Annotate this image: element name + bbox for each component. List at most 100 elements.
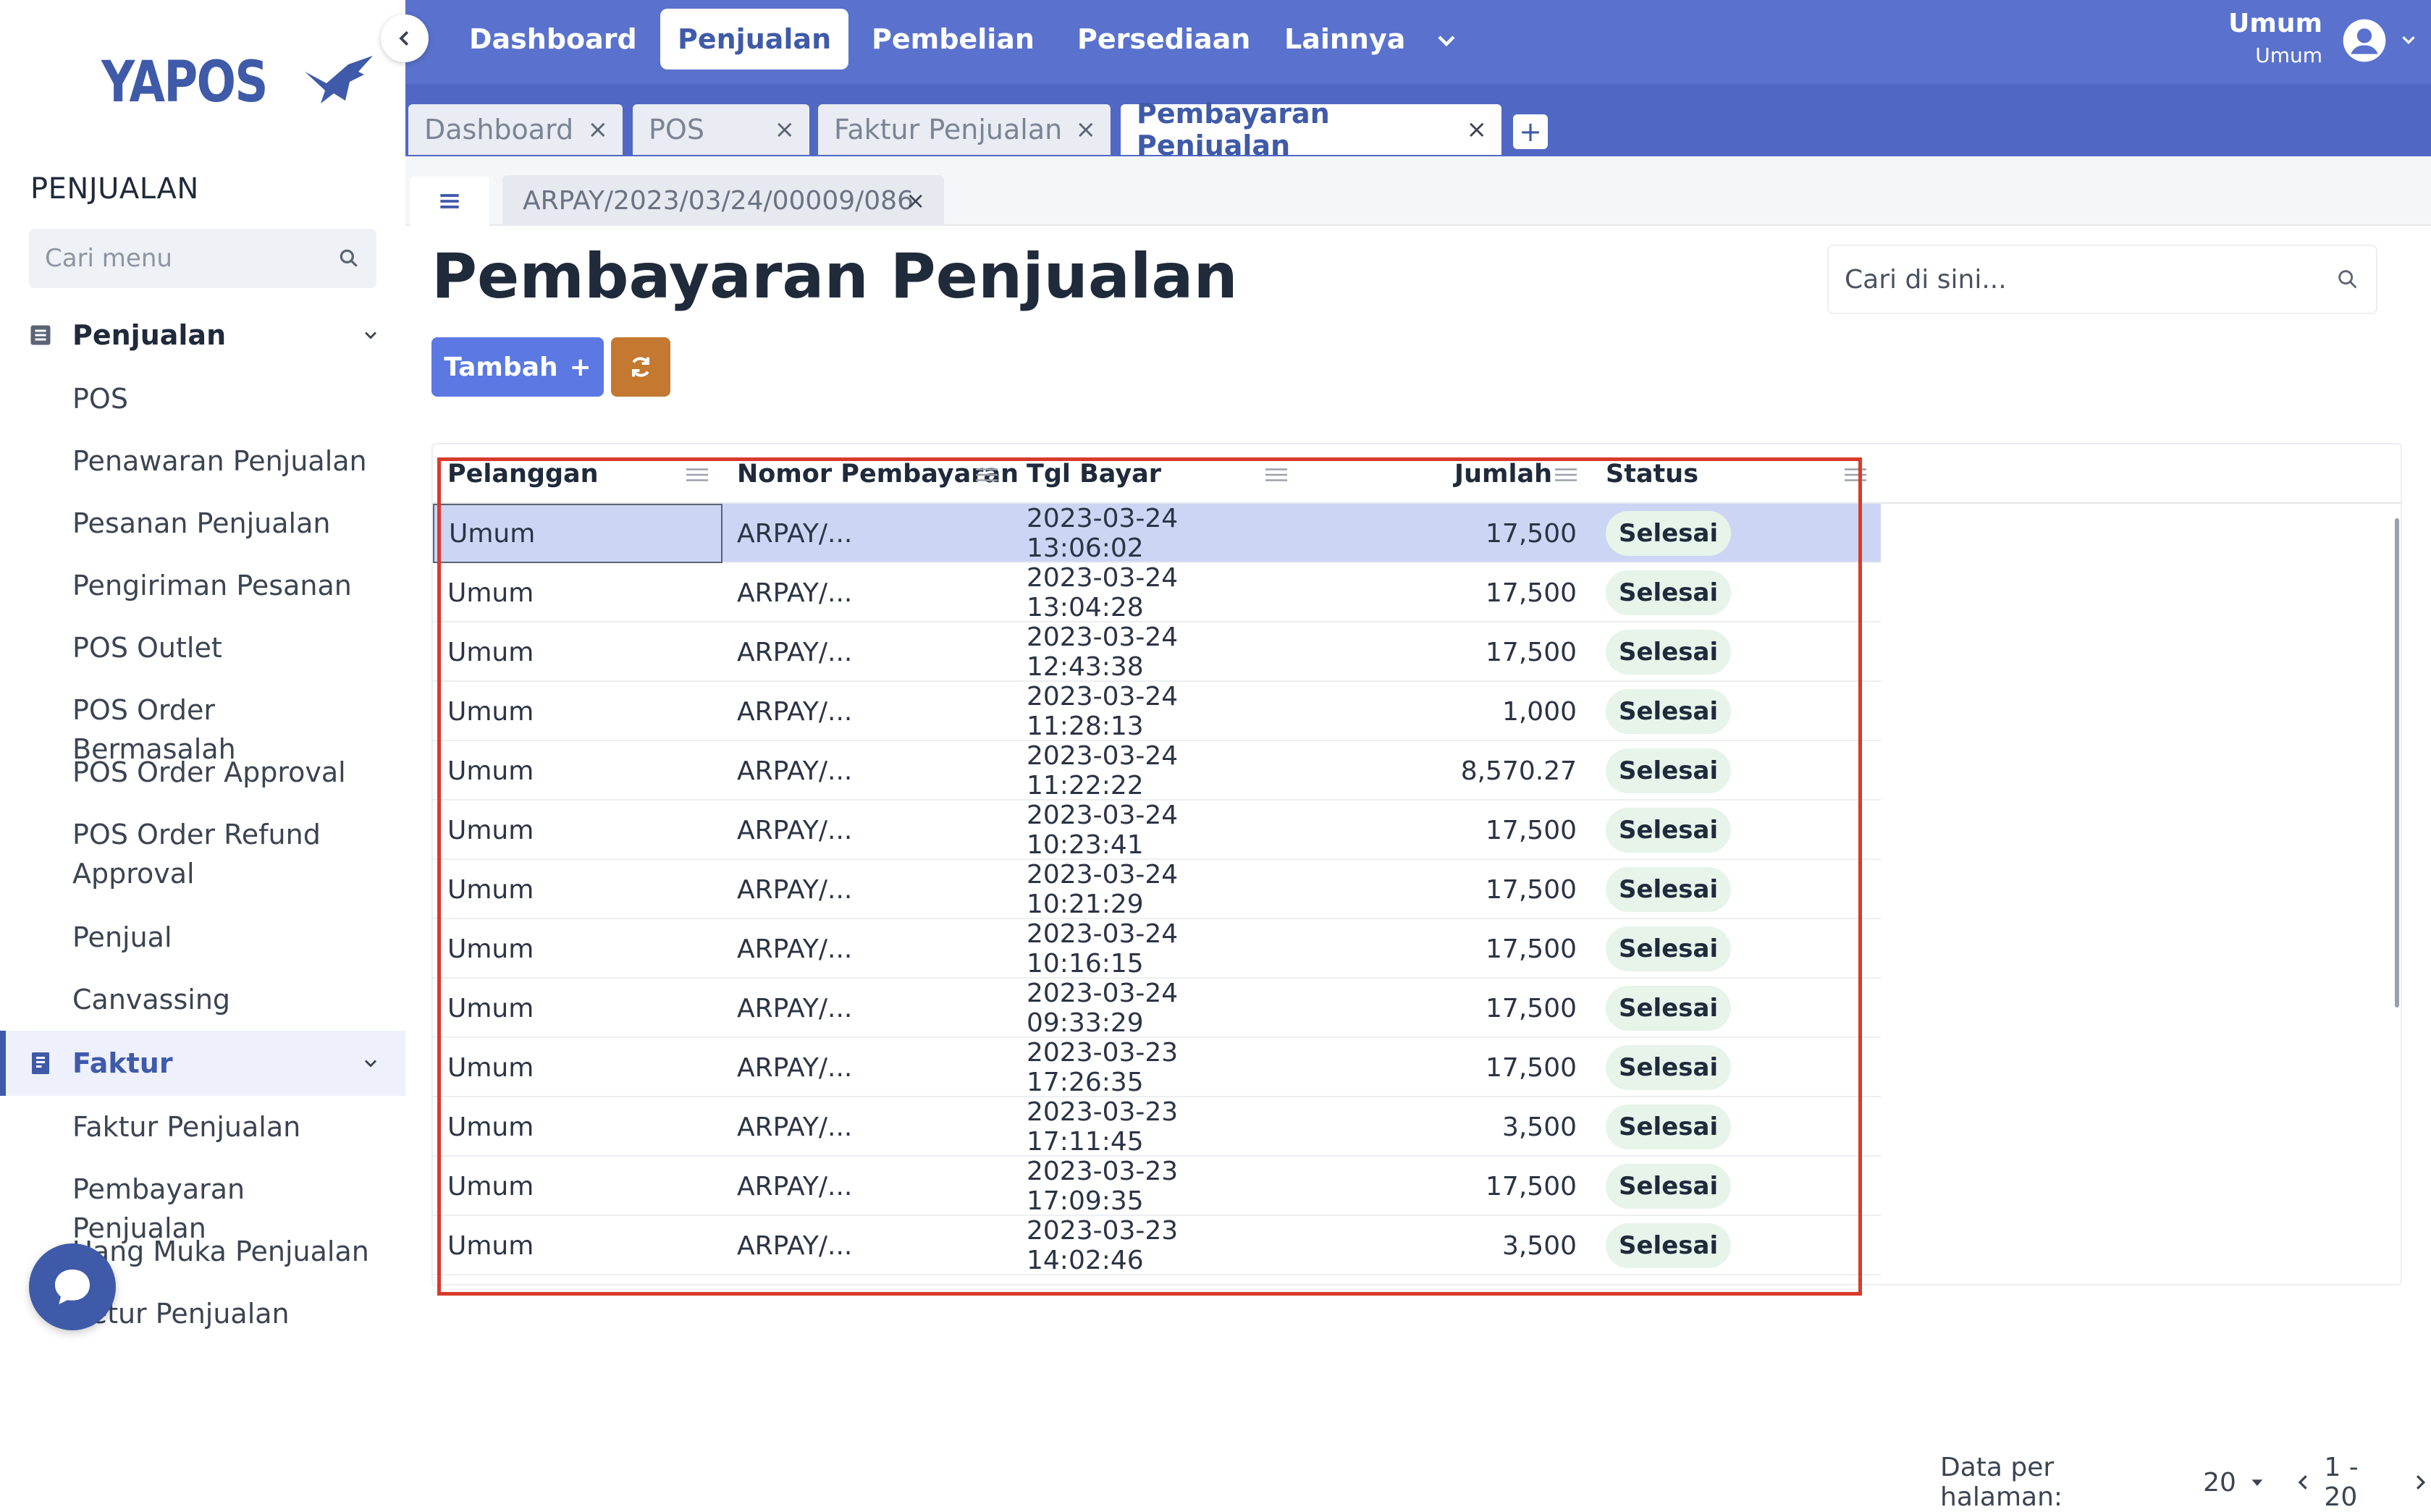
cell-pelanggan[interactable]: Umum bbox=[433, 741, 722, 801]
cell-pelanggan[interactable]: Umum bbox=[433, 1038, 722, 1097]
cell-jumlah[interactable]: 17,500 bbox=[1302, 504, 1577, 563]
cell-tgl-bayar[interactable]: 2023-03-23 17:26:35 bbox=[1012, 1038, 1302, 1097]
nav-penjualan[interactable]: Penjualan bbox=[660, 9, 849, 69]
cell-status[interactable]: Selesai bbox=[1591, 860, 1881, 919]
table-row[interactable]: Umum ARPAY/... 2023-03-23 17:09:35 17,500 Se… bbox=[433, 1157, 1881, 1216]
nav-persediaan[interactable]: Persediaan bbox=[1060, 9, 1268, 69]
cell-tgl-bayar[interactable]: 2023-03-24 11:22:22 bbox=[1012, 741, 1302, 801]
cell-tgl-bayar[interactable]: 2023-03-24 13:06:02 bbox=[1012, 504, 1302, 563]
cell-jumlah[interactable]: 17,500 bbox=[1302, 622, 1577, 682]
table-row[interactable]: Umum ARPAY/... 2023-03-24 11:28:13 1,000 Sel… bbox=[433, 682, 1881, 741]
sidebar-item-uang-muka-penjualan[interactable]: Uang Muka Penjualan bbox=[72, 1232, 384, 1271]
sidebar-item-pos-outlet[interactable]: POS Outlet bbox=[72, 628, 384, 667]
sidebar-item-canvassing[interactable]: Canvassing bbox=[72, 980, 384, 1019]
table-row[interactable]: Umum ARPAY/... 2023-03-24 10:23:41 17,500 Se… bbox=[433, 801, 1881, 860]
cell-pelanggan[interactable]: Umum bbox=[433, 1157, 722, 1216]
sidebar-group-penjualan[interactable]: Penjualan bbox=[0, 303, 405, 368]
table-row[interactable]: Umum ARPAY/... 2023-03-23 17:26:35 17,500 Se… bbox=[433, 1038, 1881, 1097]
close-icon[interactable]: × bbox=[775, 115, 796, 144]
cell-pelanggan[interactable]: Umum bbox=[433, 1097, 722, 1157]
cell-status[interactable]: Selesai bbox=[1591, 741, 1881, 801]
cell-nomor-pembayaran[interactable]: ARPAY/... bbox=[722, 563, 1012, 622]
cell-jumlah[interactable]: 17,500 bbox=[1302, 1038, 1577, 1097]
cell-tgl-bayar[interactable]: 2023-03-23 17:11:45 bbox=[1012, 1097, 1302, 1157]
cell-jumlah[interactable]: 3,500 bbox=[1302, 1097, 1577, 1157]
table-row[interactable]: Umum ARPAY/... 2023-03-23 14:02:46 3,500 Sel… bbox=[433, 1216, 1881, 1275]
menu-search-input[interactable]: Cari menu bbox=[29, 229, 376, 288]
cell-jumlah[interactable]: 17,500 bbox=[1302, 801, 1577, 860]
cell-pelanggan[interactable]: Umum bbox=[433, 860, 722, 919]
cell-nomor-pembayaran[interactable]: ARPAY/... bbox=[722, 741, 1012, 801]
cell-nomor-pembayaran[interactable]: ARPAY/... bbox=[722, 1097, 1012, 1157]
cell-nomor-pembayaran[interactable]: ARPAY/... bbox=[722, 860, 1012, 919]
sidebar-item-pos-order-approval[interactable]: POS Order Approval bbox=[72, 753, 384, 792]
table-row[interactable]: Umum ARPAY/... 2023-03-24 10:21:29 17,500 Se… bbox=[433, 860, 1881, 919]
sidebar-item-retur-penjualan[interactable]: Retur Penjualan bbox=[72, 1294, 384, 1333]
sidebar-item-penawaran-penjualan[interactable]: Penawaran Penjualan bbox=[72, 442, 384, 481]
brand-logo[interactable]: YAPOS bbox=[101, 46, 379, 119]
column-menu-icon[interactable] bbox=[1845, 466, 1866, 483]
collapse-sidebar-button[interactable] bbox=[381, 14, 429, 62]
table-row[interactable]: Umum ARPAY/... 2023-03-24 13:06:02 17,500 Se… bbox=[433, 504, 1881, 563]
cell-tgl-bayar[interactable]: 2023-03-24 12:43:38 bbox=[1012, 622, 1302, 682]
cell-jumlah[interactable]: 3,500 bbox=[1302, 1216, 1577, 1275]
chevron-right-icon[interactable] bbox=[2409, 1471, 2431, 1493]
table-row[interactable]: Umum ARPAY/... 2023-03-24 09:33:29 17,500 Se… bbox=[433, 979, 1881, 1038]
cell-status[interactable]: Selesai bbox=[1591, 919, 1881, 979]
cell-pelanggan[interactable]: Umum bbox=[433, 919, 722, 979]
cell-nomor-pembayaran[interactable]: ARPAY/... bbox=[722, 979, 1012, 1038]
nav-lainnya[interactable]: Lainnya bbox=[1267, 9, 1423, 69]
cell-pelanggan[interactable]: Umum bbox=[433, 504, 722, 563]
add-tab-button[interactable]: + bbox=[1513, 114, 1548, 149]
tab-faktur-penjualan[interactable]: Faktur Penjualan × bbox=[818, 104, 1111, 155]
table-row[interactable]: Umum ARPAY/... 2023-03-24 10:16:15 17,500 Se… bbox=[433, 919, 1881, 979]
close-icon[interactable]: × bbox=[588, 115, 609, 144]
cell-nomor-pembayaran[interactable]: ARPAY/... bbox=[722, 1216, 1012, 1275]
cell-tgl-bayar[interactable]: 2023-03-24 13:04:28 bbox=[1012, 563, 1302, 622]
cell-jumlah[interactable]: 8,570.27 bbox=[1302, 741, 1577, 801]
sidebar-item-pengiriman-pesanan[interactable]: Pengiriman Pesanan bbox=[72, 566, 384, 605]
tab-pembayaran-penjualan[interactable]: Pembayaran Penjualan × bbox=[1121, 98, 1501, 161]
cell-pelanggan[interactable]: Umum bbox=[433, 682, 722, 741]
table-row[interactable]: Umum ARPAY/... 2023-03-24 13:04:28 17,500 Se… bbox=[433, 563, 1881, 622]
column-header-jumlah[interactable]: Jumlah bbox=[1302, 444, 1552, 504]
sidebar-item-pesanan-penjualan[interactable]: Pesanan Penjualan bbox=[72, 504, 384, 543]
close-icon[interactable]: × bbox=[906, 187, 925, 214]
cell-tgl-bayar[interactable]: 2023-03-23 17:09:35 bbox=[1012, 1157, 1302, 1216]
cell-tgl-bayar[interactable]: 2023-03-24 11:28:13 bbox=[1012, 682, 1302, 741]
cell-jumlah[interactable]: 17,500 bbox=[1302, 1157, 1577, 1216]
column-header-status[interactable]: Status bbox=[1606, 444, 1698, 504]
chevron-down-icon[interactable] bbox=[1432, 26, 1461, 55]
nav-dashboard[interactable]: Dashboard bbox=[452, 9, 654, 69]
column-menu-icon[interactable] bbox=[686, 466, 708, 483]
cell-tgl-bayar[interactable]: 2023-03-24 10:23:41 bbox=[1012, 801, 1302, 860]
vertical-scrollbar[interactable] bbox=[2395, 518, 2399, 1008]
refresh-button[interactable] bbox=[611, 337, 670, 397]
cell-status[interactable]: Selesai bbox=[1591, 682, 1881, 741]
tab-pos[interactable]: POS × bbox=[633, 104, 809, 155]
chat-button[interactable] bbox=[29, 1243, 116, 1330]
cell-jumlah[interactable]: 1,000 bbox=[1302, 682, 1577, 741]
sidebar-item-faktur-penjualan[interactable]: Faktur Penjualan bbox=[72, 1107, 384, 1146]
cell-nomor-pembayaran[interactable]: ARPAY/... bbox=[722, 919, 1012, 979]
table-row[interactable]: Umum ARPAY/... 2023-03-24 11:22:22 8,570.27… bbox=[433, 741, 1881, 801]
cell-pelanggan[interactable]: Umum bbox=[433, 563, 722, 622]
column-menu-icon[interactable] bbox=[976, 466, 998, 483]
column-menu-icon[interactable] bbox=[1555, 466, 1577, 483]
cell-status[interactable]: Selesai bbox=[1591, 801, 1881, 860]
cell-jumlah[interactable]: 17,500 bbox=[1302, 563, 1577, 622]
cell-tgl-bayar[interactable]: 2023-03-23 14:02:46 bbox=[1012, 1216, 1302, 1275]
add-button[interactable]: Tambah + bbox=[431, 337, 604, 397]
cell-tgl-bayar[interactable]: 2023-03-24 09:33:29 bbox=[1012, 979, 1302, 1038]
cell-status[interactable]: Selesai bbox=[1591, 1038, 1881, 1097]
column-menu-icon[interactable] bbox=[1265, 466, 1287, 483]
table-row[interactable]: Umum ARPAY/... 2023-03-23 17:11:45 3,500 Sel… bbox=[433, 1097, 1881, 1157]
cell-nomor-pembayaran[interactable]: ARPAY/... bbox=[722, 504, 1012, 563]
cell-pelanggan[interactable]: Umum bbox=[433, 979, 722, 1038]
cell-status[interactable]: Selesai bbox=[1591, 1097, 1881, 1157]
cell-pelanggan[interactable]: Umum bbox=[433, 622, 722, 682]
nav-pembelian[interactable]: Pembelian bbox=[854, 9, 1052, 69]
cell-jumlah[interactable]: 17,500 bbox=[1302, 860, 1577, 919]
cell-status[interactable]: Selesai bbox=[1591, 504, 1881, 563]
list-view-button[interactable] bbox=[410, 177, 489, 226]
